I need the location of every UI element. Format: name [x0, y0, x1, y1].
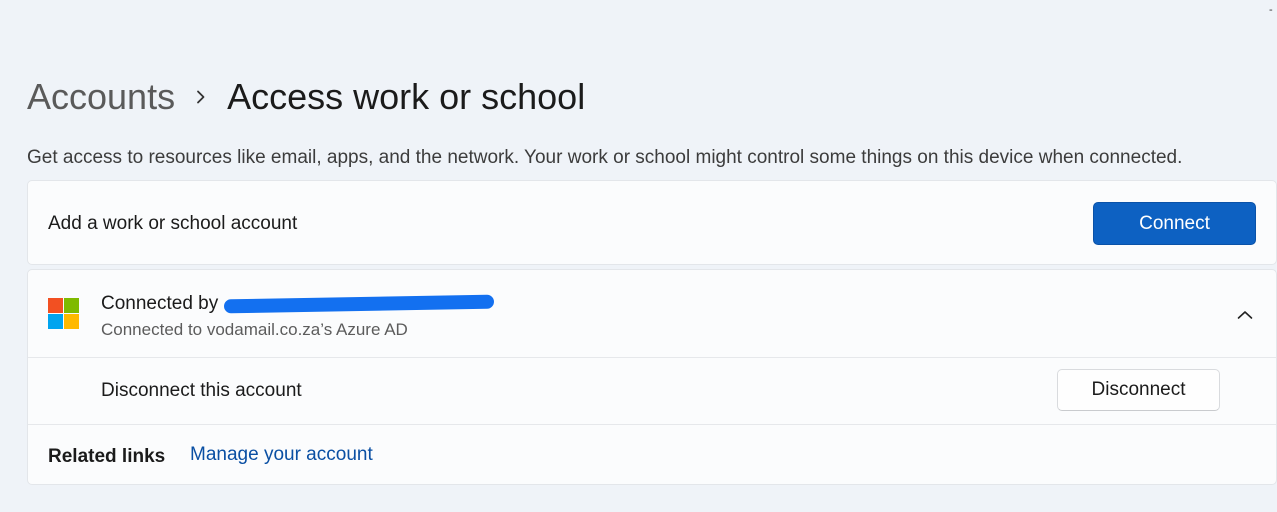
account-title-text: Connected by [101, 293, 219, 314]
disconnect-button[interactable]: Disconnect [1057, 369, 1220, 411]
account-title: Connected by [101, 292, 495, 316]
manage-account-link[interactable]: Manage your account [190, 443, 373, 467]
breadcrumb: Accounts Access work or school [27, 74, 585, 120]
related-links-row: Related links Manage your account [28, 425, 1276, 486]
disconnect-row: Disconnect this account Disconnect [28, 358, 1276, 424]
related-links-label: Related links [48, 446, 166, 467]
connected-account-card: Connected by Connected to vodamail.co.za… [27, 269, 1277, 485]
account-header[interactable]: Connected by Connected to vodamail.co.za… [28, 270, 1276, 357]
account-subtitle: Connected to vodamail.co.za’s Azure AD [101, 320, 408, 339]
chevron-right-icon [175, 74, 227, 120]
chevron-up-icon[interactable] [1234, 304, 1256, 326]
breadcrumb-accounts-link[interactable]: Accounts [27, 74, 175, 120]
redacted-email [224, 294, 495, 314]
page-title: Access work or school [227, 76, 586, 117]
microsoft-logo-icon [48, 298, 79, 329]
disconnect-label: Disconnect this account [101, 380, 302, 401]
add-account-card: Add a work or school account Connect [27, 180, 1277, 265]
page-description: Get access to resources like email, apps… [27, 147, 1183, 168]
window-minimize-icon[interactable]: - [1269, 4, 1275, 16]
connect-button[interactable]: Connect [1093, 202, 1256, 245]
add-account-label: Add a work or school account [48, 213, 298, 234]
